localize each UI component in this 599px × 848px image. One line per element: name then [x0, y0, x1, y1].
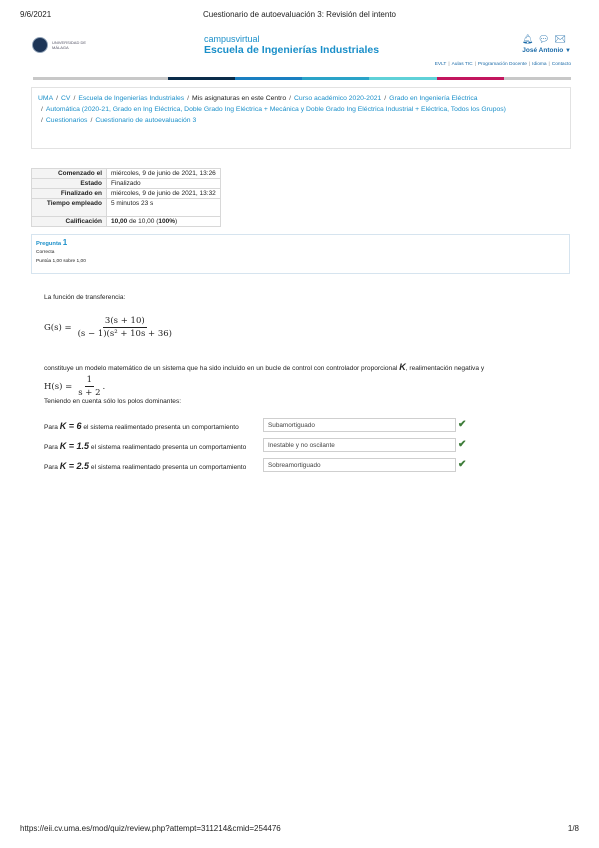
- grade-percent: 100%: [158, 218, 175, 225]
- breadcrumb-quizzes[interactable]: Cuestionarios: [46, 117, 88, 124]
- color-bar: [33, 77, 571, 80]
- link-aulas-tic[interactable]: Aulas TIC: [452, 62, 473, 67]
- answer-row: Para K = 6 el sistema realimentado prese…: [44, 418, 474, 432]
- breadcrumb: UMA / CV / Escuela de Ingenierías Industrial…: [31, 87, 571, 149]
- caret-down-icon: ▼: [565, 48, 571, 54]
- g-denominator: (s − 1)(s² + 10s + 36): [77, 329, 172, 339]
- summary-row: Comenzado el miércoles, 9 de junio de 20…: [31, 168, 221, 179]
- print-url: https://eii.cv.uma.es/mod/quiz/review.ph…: [20, 824, 281, 833]
- summary-value: 10,00 de 10,00 (100%): [106, 216, 221, 227]
- answer-row: Para K = 1.5 el sistema realimentado pre…: [44, 438, 474, 452]
- breadcrumb-degree[interactable]: Grado en Ingeniería Eléctrica: [389, 95, 477, 102]
- transfer-function-g: G(s) = 3(s + 10) (s − 1)(s² + 10s + 36): [44, 316, 174, 339]
- check-icon: ✔: [458, 459, 467, 470]
- h-numerator: 1: [84, 375, 95, 387]
- transfer-function-h: H(s) = 1 s + 2 .: [44, 375, 106, 398]
- summary-value: 5 minutos 23 s: [106, 198, 221, 217]
- breadcrumb-academic-year[interactable]: Curso académico 2020-2021: [294, 95, 381, 102]
- chat-icon[interactable]: 💬︎: [538, 34, 554, 44]
- color-bar-segment: [100, 77, 168, 80]
- summary-label: Estado: [31, 178, 107, 189]
- summary-row: Estado Finalizado: [31, 178, 221, 189]
- summary-row: Tiempo empleado 5 minutos 23 s: [31, 198, 221, 217]
- bell-icon[interactable]: 🔔︎: [522, 34, 538, 44]
- university-logo[interactable]: UNIVERSIDAD DE MÁLAGA: [32, 34, 98, 56]
- check-icon: ✔: [458, 439, 467, 450]
- answer-prompt: Para K = 2.5 el sistema realimentado pre…: [44, 461, 247, 471]
- answer-row: Para K = 2.5 el sistema realimentado pre…: [44, 458, 474, 472]
- grade-value: 10,00: [111, 218, 128, 225]
- logo-text: UNIVERSIDAD DE MÁLAGA: [52, 40, 87, 50]
- user-area: 🔔︎💬︎✉︎ José Antonio ▼: [501, 34, 571, 54]
- quick-links: EVLT | Aulas TIC | Programación Docente | Idio…: [434, 62, 571, 67]
- site-brand[interactable]: campusvirtual Escuela de Ingenierías Ind…: [204, 34, 379, 56]
- link-idioma[interactable]: Idioma: [532, 62, 546, 67]
- breadcrumb-cv[interactable]: CV: [61, 95, 70, 102]
- print-footer: https://eii.cv.uma.es/mod/quiz/review.ph…: [20, 824, 579, 834]
- user-name: José Antonio: [522, 47, 564, 54]
- print-page-number: 1/8: [567, 824, 579, 833]
- link-evlt[interactable]: EVLT: [435, 62, 447, 67]
- answer-prompt: Para K = 1.5 el sistema realimentado pre…: [44, 441, 247, 451]
- h-lhs: H(s) =: [44, 381, 73, 392]
- color-bar-segment: [167, 77, 235, 80]
- g-lhs: G(s) =: [44, 322, 72, 333]
- color-bar-segment: [369, 77, 437, 80]
- breadcrumb-quiz[interactable]: Cuestionario de autoevaluación 3: [95, 117, 196, 124]
- question-intro: La función de transferencia:: [44, 294, 126, 301]
- color-bar-segment: [234, 77, 302, 80]
- answer-prompt: Para K = 6 el sistema realimentado prese…: [44, 421, 239, 431]
- poles-note: Teniendo en cuenta sólo los polos domina…: [44, 398, 182, 405]
- summary-value: miércoles, 9 de junio de 2021, 13:26: [106, 168, 221, 179]
- question-info: Pregunta 1 Correcta Puntúa 1,00 sobre 1,…: [31, 234, 570, 274]
- summary-row: Finalizado en miércoles, 9 de junio de 2…: [31, 188, 221, 199]
- question-sentence: constituye un modelo matemático de un si…: [44, 362, 485, 372]
- summary-value: miércoles, 9 de junio de 2021, 13:32: [106, 188, 221, 199]
- color-bar-segment: [503, 77, 571, 80]
- attempt-summary-table: Comenzado el miércoles, 9 de junio de 20…: [31, 168, 221, 227]
- answer-select[interactable]: Inestable y no oscilante: [263, 438, 456, 452]
- user-menu[interactable]: José Antonio ▼: [501, 47, 571, 54]
- breadcrumb-my-courses: Mis asignaturas en este Centro: [192, 95, 287, 102]
- question-state: Correcta: [36, 250, 55, 255]
- color-bar-segment: [302, 77, 370, 80]
- envelope-icon[interactable]: ✉︎: [555, 34, 571, 44]
- color-bar-segment: [436, 77, 504, 80]
- summary-label: Calificación: [31, 216, 107, 227]
- check-icon: ✔: [458, 419, 467, 430]
- brand-title: Escuela de Ingenierías Industriales: [204, 44, 380, 56]
- summary-row: Calificación 10,00 de 10,00 (100%): [31, 216, 221, 227]
- brand-subtitle: campusvirtual: [204, 34, 260, 44]
- color-bar-segment: [33, 77, 101, 80]
- g-numerator: 3(s + 10): [102, 316, 147, 328]
- summary-value: Finalizado: [106, 178, 221, 189]
- breadcrumb-course[interactable]: Automática (2020-21, Grado en Ing Eléctr…: [46, 106, 506, 113]
- grade-end: ): [174, 218, 178, 225]
- site-header: UNIVERSIDAD DE MÁLAGA campusvirtual Escu…: [32, 32, 571, 74]
- h-denominator: s + 2: [78, 388, 101, 398]
- print-header: 9/6/2021 Cuestionario de autoevaluación …: [20, 10, 579, 22]
- answer-select[interactable]: Subamortiguado: [263, 418, 456, 432]
- link-contacto[interactable]: Contacto: [552, 62, 571, 67]
- breadcrumb-school[interactable]: Escuela de Ingenierías Industriales: [78, 95, 184, 102]
- breadcrumb-uma[interactable]: UMA: [38, 95, 53, 102]
- question-grade: Puntúa 1,00 sobre 1,00: [36, 259, 86, 264]
- summary-label: Tiempo empleado: [31, 198, 107, 217]
- summary-label: Finalizado en: [31, 188, 107, 199]
- link-programacion-docente[interactable]: Programación Docente: [478, 62, 527, 67]
- university-seal-icon: [32, 37, 48, 53]
- summary-label: Comenzado el: [31, 168, 107, 179]
- grade-rest: de 10,00 (: [127, 218, 159, 225]
- answer-select[interactable]: Sobreamortiguado: [263, 458, 456, 472]
- question-number: Pregunta 1: [36, 238, 68, 247]
- print-title: Cuestionario de autoevaluación 3: Revisi…: [202, 10, 396, 19]
